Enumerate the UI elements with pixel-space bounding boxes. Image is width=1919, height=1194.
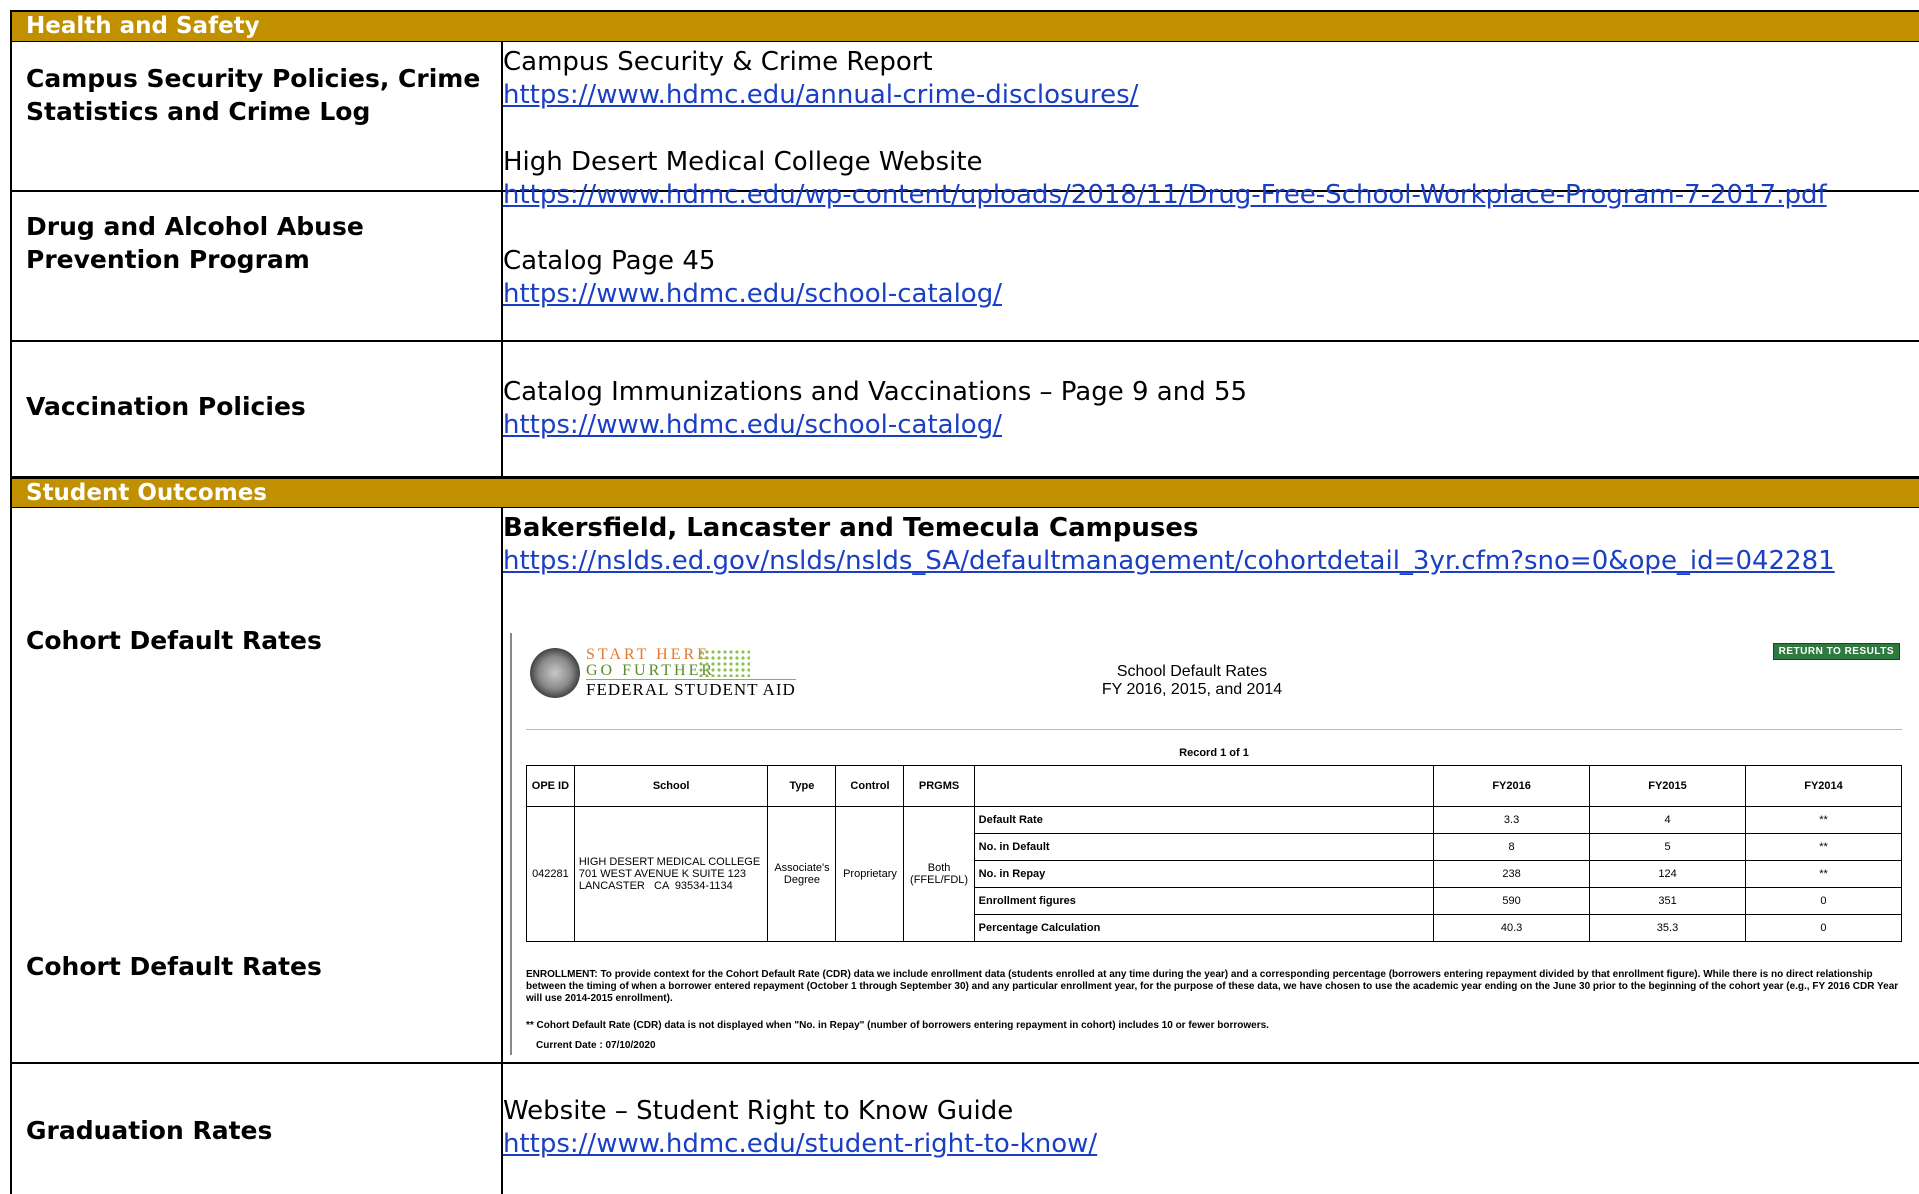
fsa-title: School Default Rates FY 2016, 2015, and …: [992, 663, 1392, 699]
col-control: Control: [835, 765, 905, 807]
fsa-default-rates-image: START HERE GO FURTHER FEDERAL STUDENT AI…: [510, 633, 1912, 1055]
table-row: 042281 HIGH DESERT MEDICAL COLLEGE 701 W…: [526, 806, 1903, 942]
col-type: Type: [767, 765, 837, 807]
logo-line: GO FURTHER: [586, 662, 716, 679]
student-right-to-know-link[interactable]: https://www.hdmc.edu/student-right-to-kn…: [503, 1128, 1911, 1161]
logo-line: START HERE: [586, 646, 710, 663]
row-label-cell: Campus Security Policies, Crime Statisti…: [12, 42, 503, 190]
row-value-vaccination: Catalog Immunizations and Vaccinations –…: [503, 376, 1911, 442]
school-cell: HIGH DESERT MEDICAL COLLEGE 701 WEST AVE…: [573, 806, 769, 942]
metric-fy2015: 5: [1589, 833, 1746, 861]
section-header-student-outcomes: Student Outcomes: [10, 478, 1919, 508]
section-header-health-safety: Health and Safety: [10, 10, 1919, 42]
ope-id-cell: 042281: [526, 806, 575, 942]
campuses-heading: Bakersfield, Lancaster and Temecula Camp…: [503, 513, 1199, 543]
row-value-graduation: Website – Student Right to Know Guide ht…: [503, 1095, 1911, 1161]
metric-fy2016: 40.3: [1433, 914, 1591, 942]
record-count: Record 1 of 1: [1179, 747, 1249, 759]
table-header-row: OPE ID School Type Control PRGMS FY2016 …: [526, 765, 1903, 807]
row-label: Graduation Rates: [26, 1116, 273, 1145]
row-label: Cohort Default Rates: [26, 626, 322, 655]
prgms-cell: Both (FFEL/FDL): [903, 806, 975, 942]
nslds-cohort-link[interactable]: https://nslds.ed.gov/nslds/nslds_SA/defa…: [503, 545, 1911, 578]
return-to-results-button[interactable]: RETURN TO RESULTS: [1772, 643, 1900, 660]
value-text: High Desert Medical College Website: [503, 147, 983, 177]
school-address: 701 WEST AVENUE K SUITE 123: [578, 868, 746, 880]
metric-label: Default Rate: [973, 806, 1435, 834]
metric-fy2015: 35.3: [1589, 914, 1746, 942]
metric-fy2014: **: [1744, 833, 1903, 861]
metric-label: No. in Repay: [973, 860, 1435, 888]
row-label: Campus Security Policies, Crime Statisti…: [26, 64, 481, 126]
metric-fy2016: 3.3: [1433, 806, 1591, 834]
row-label-repeat: Cohort Default Rates: [26, 952, 322, 981]
logo-dots-icon: [698, 649, 750, 677]
document-page: Health and Safety Campus Security Polici…: [0, 0, 1919, 1194]
school-catalog-link[interactable]: https://www.hdmc.edu/school-catalog/: [503, 409, 1911, 442]
row-label-cell: Cohort Default Rates Cohort Default Rate…: [12, 508, 503, 1062]
value-text: Campus Security & Crime Report: [503, 47, 933, 77]
col-fy2014: FY2014: [1744, 765, 1903, 807]
col-fy2015: FY2015: [1589, 765, 1746, 807]
row-label-cell: Vaccination Policies: [12, 342, 503, 476]
value-text: Catalog Page 45: [503, 246, 716, 276]
col-fy2016: FY2016: [1433, 765, 1591, 807]
metric-fy2014: 0: [1744, 887, 1903, 915]
cdr-note: ** Cohort Default Rate (CDR) data is not…: [526, 1020, 1269, 1031]
metric-fy2015: 4: [1589, 806, 1746, 834]
metric-label: No. in Default: [973, 833, 1435, 861]
row-label: Vaccination Policies: [26, 392, 306, 421]
title-line: School Default Rates: [1116, 663, 1268, 680]
row-label-cell: Drug and Alcohol Abuse Prevention Progra…: [12, 192, 503, 340]
metric-fy2016: 590: [1433, 887, 1591, 915]
row-value-campus-security: Campus Security & Crime Report https://w…: [503, 46, 1911, 112]
metric-label: Enrollment figures: [973, 887, 1435, 915]
row-label-cell: Graduation Rates: [12, 1064, 503, 1194]
col-school: School: [573, 765, 769, 807]
department-seal-icon: [530, 648, 580, 698]
section-title: Student Outcomes: [26, 480, 267, 506]
default-rates-table: OPE ID School Type Control PRGMS FY2016 …: [526, 765, 1903, 942]
metric-label: Percentage Calculation: [973, 914, 1435, 942]
row-label: Drug and Alcohol Abuse Prevention Progra…: [26, 212, 364, 274]
row-value-drug-alcohol: High Desert Medical College Website http…: [503, 146, 1911, 311]
type-cell: Associate's Degree: [767, 806, 837, 942]
enrollment-note: ENROLLMENT: To provide context for the C…: [526, 969, 1899, 1004]
row-value-cohort: Bakersfield, Lancaster and Temecula Camp…: [503, 512, 1911, 578]
logo-line: FEDERAL STUDENT AID: [586, 679, 796, 699]
metric-fy2014: 0: [1744, 914, 1903, 942]
school-name: HIGH DESERT MEDICAL COLLEGE: [578, 856, 761, 868]
school-city: LANCASTER CA 93534-1134: [578, 880, 733, 892]
control-cell: Proprietary: [835, 806, 905, 942]
metric-fy2016: 8: [1433, 833, 1591, 861]
col-metric: [973, 765, 1435, 807]
school-catalog-link[interactable]: https://www.hdmc.edu/school-catalog/: [503, 278, 1911, 311]
drug-free-program-link[interactable]: https://www.hdmc.edu/wp-content/uploads/…: [503, 179, 1911, 212]
metric-fy2014: **: [1744, 860, 1903, 888]
current-date: Current Date : 07/10/2020: [536, 1040, 656, 1051]
divider: [526, 729, 1902, 730]
metric-fy2014: **: [1744, 806, 1903, 834]
crime-disclosures-link[interactable]: https://www.hdmc.edu/annual-crime-disclo…: [503, 79, 1911, 112]
value-text: Website – Student Right to Know Guide: [503, 1096, 1014, 1126]
col-prgms: PRGMS: [903, 765, 975, 807]
metric-fy2016: 238: [1433, 860, 1591, 888]
metric-fy2015: 124: [1589, 860, 1746, 888]
col-ope-id: OPE ID: [526, 765, 575, 807]
value-text: Catalog Immunizations and Vaccinations –…: [503, 377, 1248, 407]
title-line: FY 2016, 2015, and 2014: [1101, 681, 1283, 698]
metric-fy2015: 351: [1589, 887, 1746, 915]
section-title: Health and Safety: [26, 13, 260, 39]
fsa-logo: START HERE GO FURTHER FEDERAL STUDENT AI…: [586, 647, 796, 700]
